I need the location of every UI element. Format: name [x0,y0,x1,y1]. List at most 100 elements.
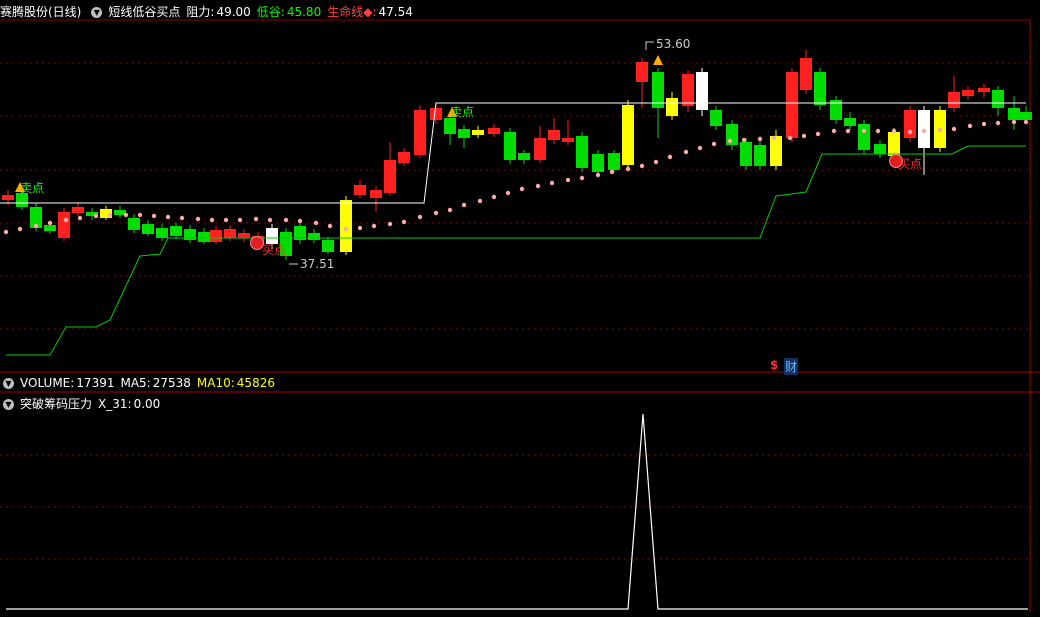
candle [444,118,456,134]
candle [636,62,648,82]
lifeline-dot [387,221,393,227]
lifeline-dot [253,216,259,222]
candle [740,142,752,166]
lifeline-dot [297,218,303,224]
candle [770,136,782,166]
candle [398,152,410,163]
lifeline-dot [357,225,363,231]
candle [340,200,352,252]
finance-icon[interactable]: 财 [784,358,799,375]
lifeline-dot [995,120,1001,126]
candle [800,58,812,90]
candle [308,233,320,240]
kline-chart[interactable] [0,0,1040,617]
candle [888,132,900,156]
lifeline-dot [77,215,83,221]
candle [472,130,484,135]
lifeline-dot [639,163,645,169]
lifeline-dot [771,135,777,141]
candle [622,105,634,165]
candle [710,110,722,126]
candle [458,129,470,138]
candle [608,153,620,170]
candle [156,228,168,238]
lifeline-dot [711,141,717,147]
lifeline-dot [267,217,273,223]
candle [488,128,500,134]
lifeline-dot [123,212,129,218]
candle [2,195,14,200]
lifeline-dot [519,186,525,192]
lifeline-dot [195,216,201,222]
candle [844,118,856,126]
lifeline-dot [921,128,927,134]
high-price-label: 53.60 [656,37,691,51]
lifeline-dot [967,123,973,129]
lifeline-dot [951,126,957,132]
candle [534,138,546,160]
lifeline-dot [981,121,987,127]
candle [754,145,766,166]
buy-point-label: 买点 [262,243,287,257]
candle [978,88,990,92]
candle [576,136,588,168]
candle [198,232,210,242]
lifeline-dot [107,212,113,218]
candle [322,240,334,252]
candle [128,218,140,230]
lifeline-dot [327,223,333,229]
lifeline-dot [371,223,377,229]
lifeline-dot [787,135,793,141]
candle [786,72,798,138]
candle [210,230,222,242]
lifeline-dot [815,131,821,137]
candle [592,154,604,172]
lifeline-dot [137,212,143,218]
candle [170,226,182,236]
low-price-label: 37.51 [300,257,335,271]
lifeline-dot [565,177,571,183]
lifeline-dot [477,198,483,204]
lifeline-dot [1011,119,1017,125]
candle [430,108,442,120]
sell-marker-icon [653,55,663,65]
lifeline-dot [179,215,185,221]
candle [858,124,870,150]
candle [504,132,516,160]
lifeline-dot [209,217,215,223]
dollar-icon[interactable]: $ [770,358,778,372]
candle [548,130,560,140]
candle [992,90,1004,108]
lifeline-dot [447,207,453,213]
lifeline-dot [63,217,69,223]
candle [562,138,574,142]
lifeline-dot [505,190,511,196]
candle [414,110,426,155]
lifeline-dot [491,194,497,200]
lifeline-dot [461,202,467,208]
sell-point-label: 卖点 [450,105,475,119]
lifeline-dot [845,128,851,134]
candle [948,92,960,108]
candle [44,225,56,231]
high-leader-line [645,41,654,50]
candle [1008,108,1020,120]
lifeline-dot [891,128,897,134]
candle [814,72,826,105]
lifeline-dot [801,133,807,139]
lifeline-dot [401,219,407,225]
candle [384,160,396,193]
lifeline-dot [1023,119,1029,125]
candle [696,72,708,110]
lifeline-dot [237,217,243,223]
candle [682,74,694,106]
sell-point-label: 卖点 [20,181,45,195]
lifeline-dot [757,136,763,142]
lifeline-dot [535,183,541,189]
candle [224,229,236,238]
lifeline-dot [683,149,689,155]
lifeline-dot [283,217,289,223]
candle [370,190,382,198]
lifeline-dot [937,127,943,133]
candle [142,224,154,234]
